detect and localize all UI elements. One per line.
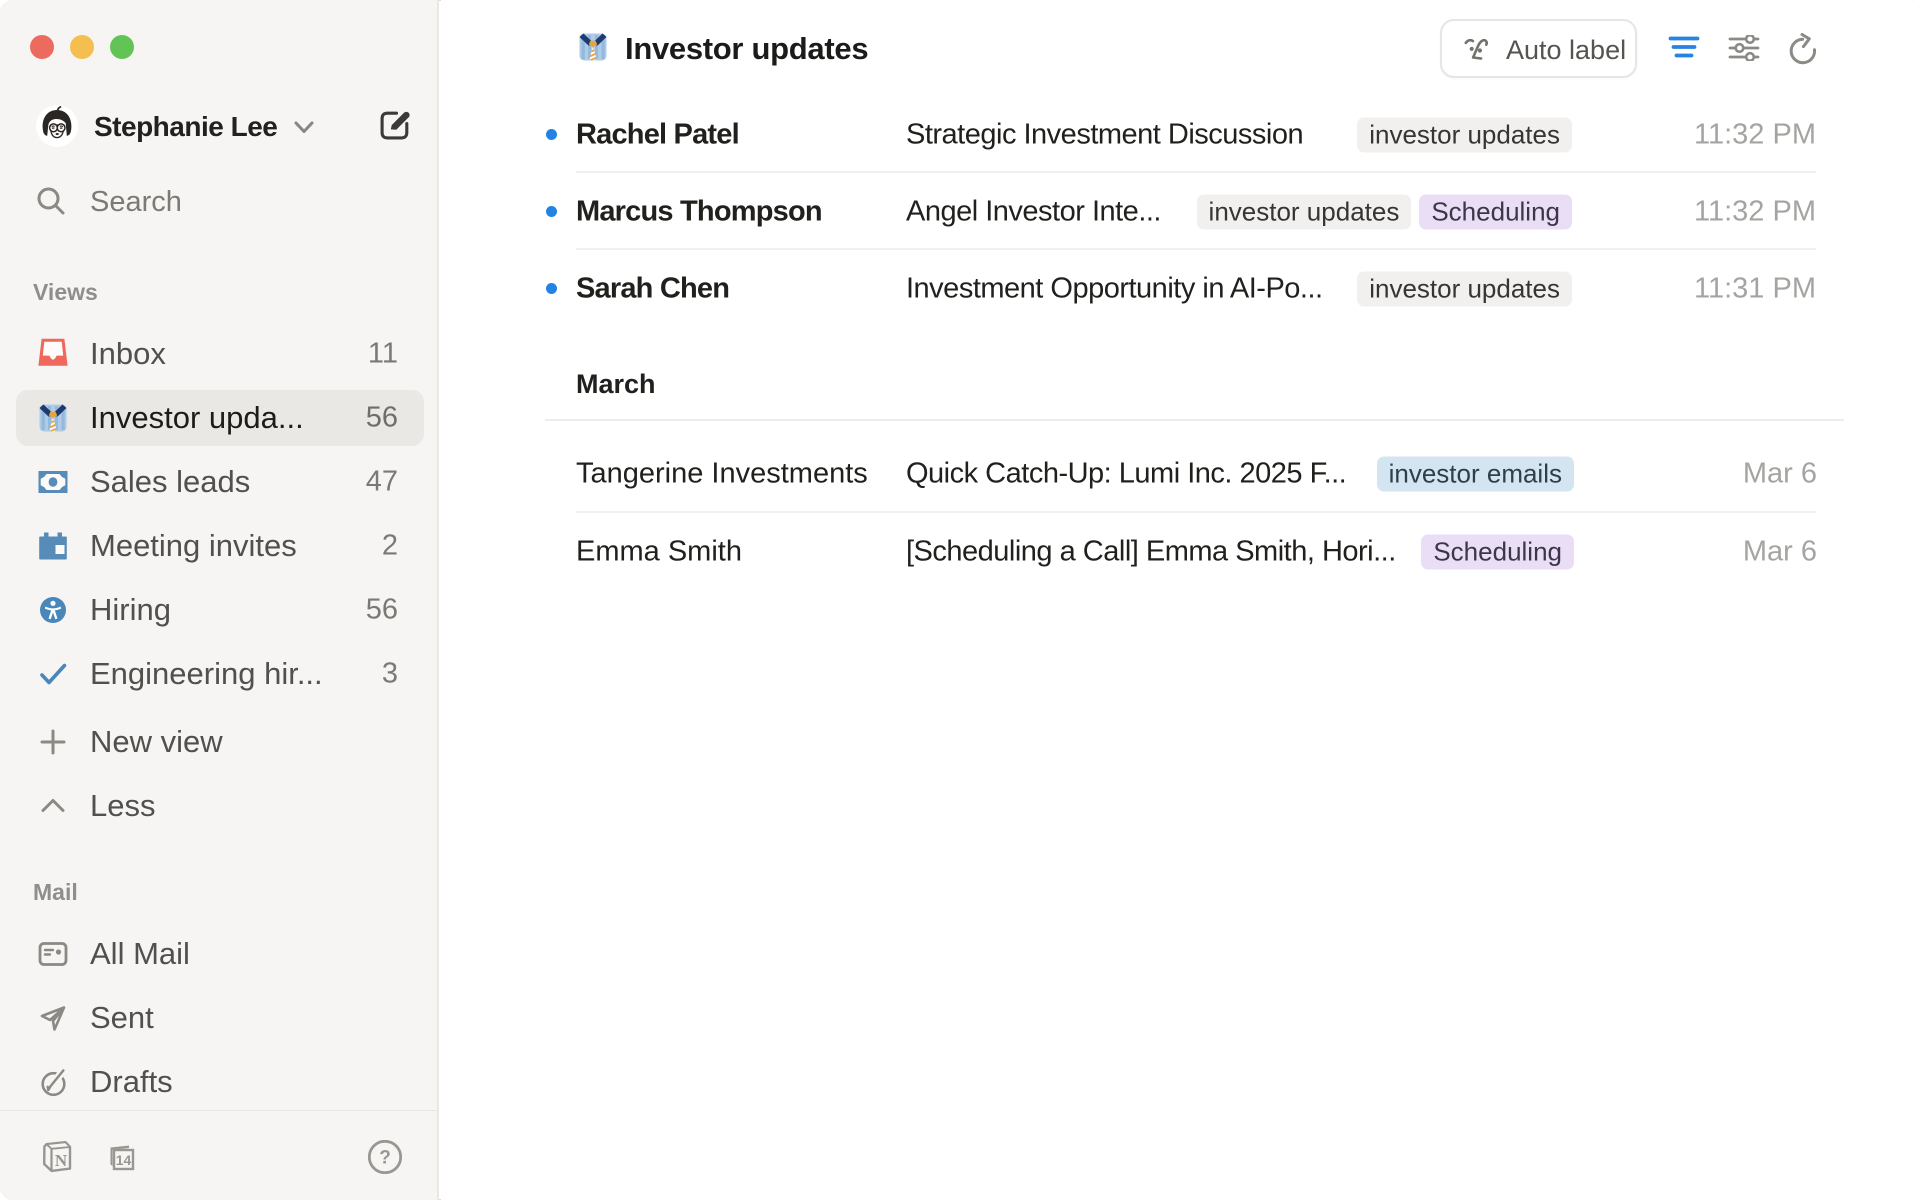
- svg-text:14: 14: [116, 1152, 132, 1168]
- svg-text:?: ?: [379, 1148, 391, 1169]
- svg-text:N: N: [55, 1151, 68, 1170]
